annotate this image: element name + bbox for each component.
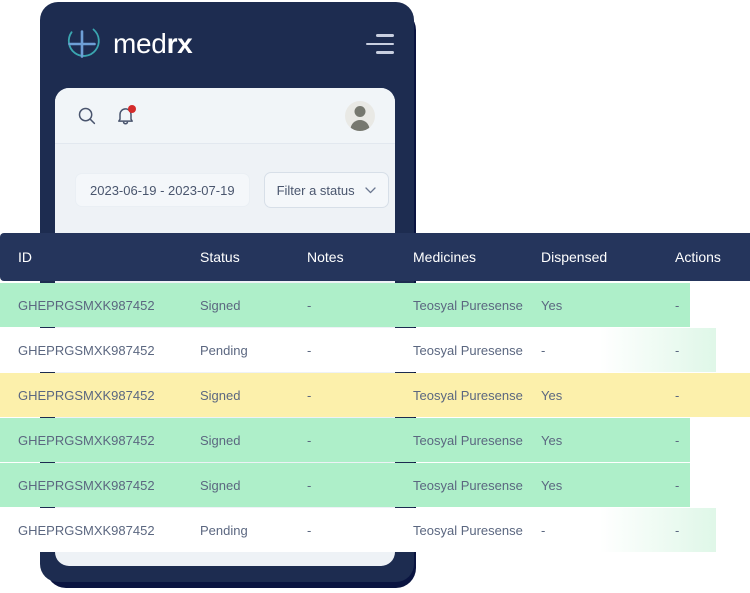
cell-actions[interactable]: - [675, 463, 679, 507]
cell-actions[interactable]: - [675, 328, 679, 372]
cell-status: Signed [200, 477, 241, 493]
column-header-medicines[interactable]: Medicines [413, 233, 476, 281]
avatar-body [350, 119, 370, 131]
cell-dispensed: Yes [541, 477, 563, 493]
status-filter-dropdown[interactable]: Filter a status [263, 172, 389, 208]
status-filter-label: Filter a status [276, 182, 355, 198]
cell-notes: - [307, 477, 312, 493]
cell-actions[interactable]: - [675, 283, 679, 327]
table-body: GHEPRGSMXK987452 Signed - Teosyal Puresense… [0, 281, 750, 552]
cell-actions[interactable]: - [675, 508, 679, 552]
date-range-value: 2023-06-19 - 2023-07-19 [90, 182, 235, 198]
column-header-notes[interactable]: Notes [307, 233, 344, 281]
cell-id: GHEPRGSMXK987452 [18, 477, 155, 493]
cell-dispensed: - [541, 342, 546, 358]
table-row[interactable]: GHEPRGSMXK987452 Signed - Teosyal Puresense… [0, 418, 750, 462]
cell-dispensed: Yes [541, 432, 563, 448]
cell-status: Signed [200, 432, 241, 448]
cell-medicines: Teosyal Puresense [413, 297, 523, 313]
cell-dispensed: Yes [541, 297, 563, 313]
table-header-row: ID Status Notes Medicines Dispensed Actions [0, 233, 750, 281]
cell-notes: - [307, 387, 312, 403]
card-toolbar [55, 88, 395, 144]
cell-actions[interactable]: - [675, 373, 679, 417]
brand-name-prefix: med [113, 28, 167, 59]
cell-dispensed: Yes [541, 387, 563, 403]
user-avatar-icon[interactable] [345, 100, 375, 131]
circle-plus-logo-icon [60, 22, 104, 66]
column-header-status[interactable]: Status [200, 233, 240, 281]
search-icon[interactable] [75, 104, 99, 128]
cell-id: GHEPRGSMXK987452 [18, 342, 155, 358]
column-header-id[interactable]: ID [18, 233, 32, 281]
table-row[interactable]: GHEPRGSMXK987452 Pending - Teosyal Puresens… [0, 508, 750, 552]
hamburger-line-bottom [376, 51, 394, 54]
cell-dispensed: - [541, 522, 546, 538]
hamburger-menu-icon[interactable] [366, 34, 394, 54]
cell-actions[interactable]: - [675, 418, 679, 462]
cell-medicines: Teosyal Puresense [413, 342, 523, 358]
cell-id: GHEPRGSMXK987452 [18, 432, 155, 448]
brand-name: medrx [113, 28, 193, 59]
app-header: medrx [40, 2, 414, 88]
chevron-down-icon [364, 186, 376, 194]
cell-status: Pending [200, 342, 248, 358]
cell-notes: - [307, 297, 312, 313]
bell-icon[interactable] [113, 104, 137, 128]
cell-notes: - [307, 522, 312, 538]
table-row[interactable]: GHEPRGSMXK987452 Signed - Teosyal Puresense… [0, 373, 750, 417]
table-row[interactable]: GHEPRGSMXK987452 Signed - Teosyal Puresense… [0, 463, 750, 507]
cell-medicines: Teosyal Puresense [413, 477, 523, 493]
table-row[interactable]: GHEPRGSMXK987452 Pending - Teosyal Puresens… [0, 328, 750, 372]
cell-notes: - [307, 432, 312, 448]
cell-id: GHEPRGSMXK987452 [18, 297, 155, 313]
cell-medicines: Teosyal Puresense [413, 522, 523, 538]
hamburger-line-middle [366, 42, 394, 45]
prescriptions-table: ID Status Notes Medicines Dispensed Actions G… [0, 233, 750, 552]
cell-status: Signed [200, 387, 241, 403]
date-range-picker[interactable]: 2023-06-19 - 2023-07-19 [75, 173, 250, 207]
cell-notes: - [307, 342, 312, 358]
cell-status: Signed [200, 297, 241, 313]
cell-medicines: Teosyal Puresense [413, 387, 523, 403]
avatar-head [354, 105, 366, 117]
brand-logo[interactable]: medrx [60, 22, 193, 66]
notification-badge [128, 104, 136, 113]
filter-row: 2023-06-19 - 2023-07-19 Filter a status [55, 144, 395, 208]
screenshot-root: medrx 2023-06-19 - 2023-07-19 Filter a s… [0, 0, 750, 593]
cell-medicines: Teosyal Puresense [413, 432, 523, 448]
column-header-dispensed[interactable]: Dispensed [541, 233, 607, 281]
cell-status: Pending [200, 522, 248, 538]
cell-id: GHEPRGSMXK987452 [18, 387, 155, 403]
column-header-actions[interactable]: Actions [675, 233, 721, 281]
brand-name-suffix: rx [166, 28, 193, 59]
hamburger-line-top [376, 34, 394, 37]
table-row[interactable]: GHEPRGSMXK987452 Signed - Teosyal Puresense… [0, 283, 750, 327]
cell-id: GHEPRGSMXK987452 [18, 522, 155, 538]
